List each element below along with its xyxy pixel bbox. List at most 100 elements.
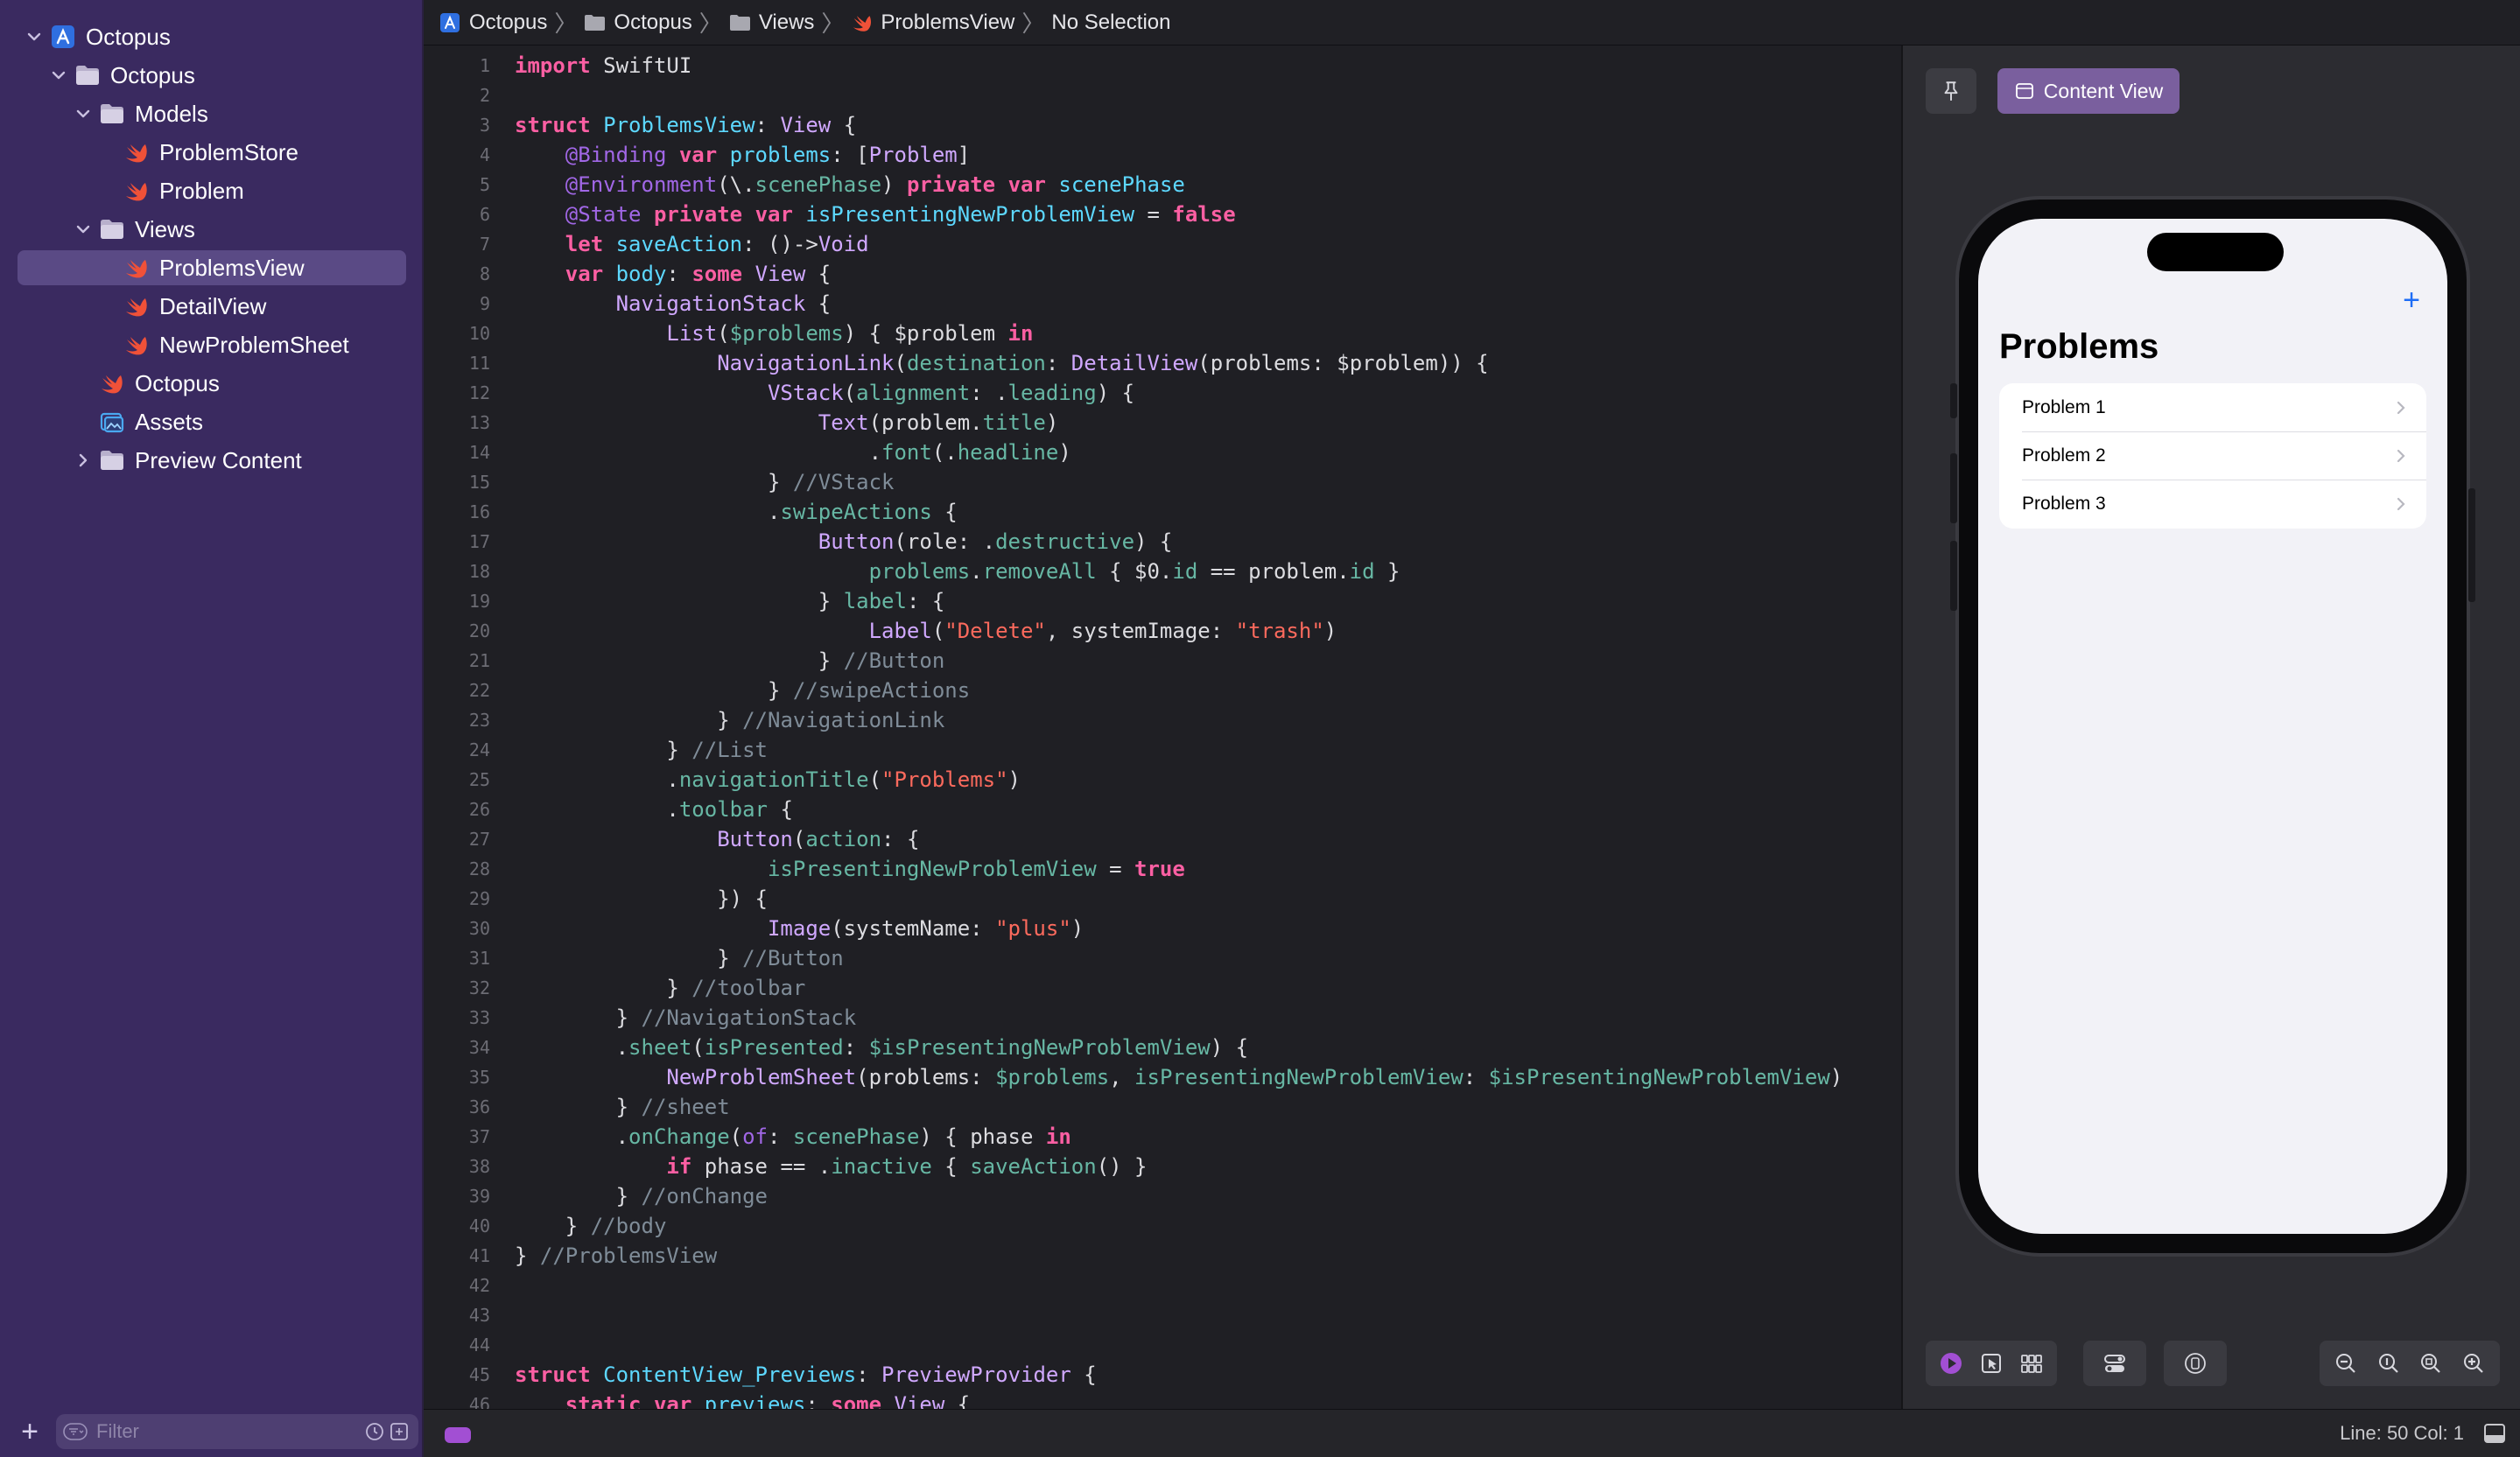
dynamic-island — [2147, 233, 2284, 271]
breadcrumb-separator-icon: 〉 — [554, 11, 578, 37]
navigator-item-label: DetailView — [159, 292, 267, 319]
preview-device-group — [2164, 1341, 2227, 1386]
device-picker-icon[interactable] — [2180, 1348, 2210, 1378]
navigator-item-preview-content[interactable]: Preview Content — [18, 443, 406, 478]
line-number: 25 — [468, 769, 490, 790]
chevron-down-icon[interactable] — [49, 66, 68, 85]
code-line: static var previews: some View { — [565, 1392, 971, 1409]
add-file-button[interactable]: + — [16, 1417, 44, 1446]
line-number: 16 — [468, 501, 490, 522]
line-number: 15 — [468, 472, 490, 493]
navigator-item-octopus-project[interactable]: Octopus — [18, 19, 406, 54]
zoom-to-fit-icon[interactable] — [2416, 1348, 2446, 1378]
line-number: 41 — [468, 1245, 490, 1266]
content-view-button[interactable]: Content View — [1997, 68, 2180, 114]
list-item[interactable]: Problem 1 — [1999, 383, 2426, 431]
live-preview-icon[interactable] — [1936, 1348, 1966, 1378]
source-editor[interactable]: 1 2 3 4 5 6 7 8 9 10 11 12 13 14 15 16 17 18 19 20 21 22 23 24 2… — [424, 46, 1901, 1409]
breadcrumb-file[interactable]: ProblemsView — [851, 11, 1014, 35]
folder-icon — [98, 101, 126, 127]
navigator-item-label: Models — [135, 100, 208, 127]
line-number: 34 — [468, 1037, 490, 1058]
list-item[interactable]: Problem 3 — [1999, 480, 2426, 528]
chevron-right-icon[interactable] — [74, 451, 93, 470]
navigator-item-octopus-group[interactable]: Octopus — [18, 58, 406, 93]
navigator-item-detailview[interactable]: DetailView — [18, 289, 406, 324]
code-line: Button(action: { — [717, 827, 920, 851]
line-number: 42 — [468, 1275, 490, 1296]
list-item-label: Problem 2 — [2022, 445, 2106, 466]
zoom-out-icon[interactable] — [2331, 1348, 2361, 1378]
line-number: 27 — [468, 829, 490, 850]
breadcrumb-symbol[interactable]: No Selection — [1051, 11, 1170, 35]
pin-preview-button[interactable] — [1926, 68, 1976, 114]
breadcrumb-folder[interactable]: Views — [729, 11, 814, 35]
navigator-item-views[interactable]: Views — [18, 212, 406, 247]
line-number: 1 — [479, 55, 490, 76]
line-number: 31 — [468, 948, 490, 969]
navigator-item-models[interactable]: Models — [18, 96, 406, 131]
line-number: 20 — [468, 620, 490, 641]
navigator-item-label: ProblemStore — [159, 138, 298, 165]
source-control-filter-icon[interactable] — [387, 1419, 411, 1444]
navigator-item-octopus-app[interactable]: Octopus — [18, 366, 406, 401]
navigator-item-label: Views — [135, 215, 195, 242]
navigator-item-problemsview[interactable]: ProblemsView — [18, 250, 406, 285]
selectable-mode-icon[interactable] — [1976, 1348, 2006, 1378]
filter-input[interactable] — [95, 1419, 362, 1444]
navigator-item-assets[interactable]: Assets — [18, 404, 406, 439]
code-line: @Environment(\.scenePhase) private var s… — [565, 172, 1185, 197]
code-line: Text(problem.title) — [818, 410, 1059, 435]
folder-icon — [729, 14, 750, 31]
folder-icon — [74, 62, 102, 88]
line-number: 8 — [479, 263, 490, 284]
code-line: .navigationTitle("Problems") — [515, 767, 1021, 792]
toggle-debug-area-icon[interactable] — [2481, 1420, 2508, 1446]
code-line: NewProblemSheet(problems: $problems, isP… — [666, 1065, 1843, 1089]
line-number: 19 — [468, 591, 490, 612]
navigator-item-label: Problem — [159, 177, 244, 204]
code-line: .toolbar { — [515, 797, 793, 822]
add-problem-button[interactable]: + — [2398, 285, 2425, 315]
code-text[interactable]: import SwiftUI struct ProblemsView: View… — [515, 46, 1901, 1409]
navigator-filter[interactable] — [56, 1414, 418, 1449]
folder-icon — [98, 216, 126, 242]
filter-options-icon[interactable] — [63, 1419, 88, 1444]
code-line: } //toolbar — [515, 976, 806, 1000]
variants-grid-icon[interactable] — [2017, 1348, 2046, 1378]
problems-list: Problem 1 Problem 2 Problem 3 — [1999, 383, 2426, 529]
jump-bar: Octopus 〉 Octopus 〉 Views 〉 ProblemsView… — [424, 0, 2520, 46]
line-number: 11 — [468, 353, 490, 374]
swift-file-icon — [123, 178, 151, 204]
asset-catalog-icon — [98, 409, 126, 435]
swift-file-icon — [853, 15, 872, 32]
navigator-item-newproblemsheet[interactable]: NewProblemSheet — [18, 327, 406, 362]
line-number: 45 — [468, 1364, 490, 1385]
code-line: .font(.headline) — [515, 440, 1071, 465]
zoom-actual-size-icon[interactable] — [2374, 1348, 2404, 1378]
breadcrumb-group[interactable]: Octopus — [584, 11, 692, 35]
device-side-button — [2468, 488, 2475, 602]
code-line: if phase == .inactive { saveAction() } — [666, 1154, 1148, 1179]
code-line: } //VStack — [515, 470, 895, 494]
navigator-item-problemstore[interactable]: ProblemStore — [18, 135, 406, 170]
chevron-right-icon — [2397, 401, 2405, 415]
activity-indicator[interactable] — [445, 1427, 471, 1443]
breadcrumb-project[interactable]: Octopus — [439, 11, 547, 35]
recent-files-icon[interactable] — [362, 1419, 387, 1444]
navigator-item-problem[interactable]: Problem — [18, 173, 406, 208]
breadcrumb-label: Octopus — [469, 10, 548, 34]
chevron-down-icon[interactable] — [74, 220, 93, 239]
code-line: struct ContentView_Previews: PreviewProv… — [515, 1362, 1097, 1387]
list-item[interactable]: Problem 2 — [1999, 431, 2426, 480]
code-line: .swipeActions { — [515, 500, 958, 524]
chevron-down-icon[interactable] — [74, 104, 93, 123]
folder-icon — [585, 14, 606, 31]
code-line: problems.removeAll { $0.id == problem.id… — [868, 559, 1400, 584]
chevron-down-icon[interactable] — [25, 27, 44, 46]
line-number: 26 — [468, 799, 490, 820]
device-settings-icon[interactable] — [2100, 1348, 2130, 1378]
zoom-in-icon[interactable] — [2459, 1348, 2488, 1378]
code-line: Button(role: .destructive) { — [818, 529, 1173, 554]
line-number: 17 — [468, 531, 490, 552]
